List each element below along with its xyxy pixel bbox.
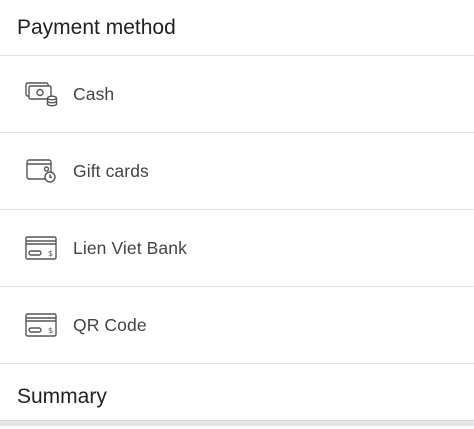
svg-text:$: $ (48, 326, 53, 335)
payment-option-label: Lien Viet Bank (73, 237, 187, 258)
payment-option-qr-code[interactable]: $ QR Code (0, 287, 474, 364)
summary-title: Summary (17, 385, 107, 408)
payment-option-cash[interactable]: Cash (0, 56, 474, 133)
payment-method-title: Payment method (17, 15, 176, 39)
payment-option-label: Gift cards (73, 160, 149, 181)
cash-icon (24, 80, 60, 108)
payment-option-lien-viet-bank[interactable]: $ Lien Viet Bank (0, 210, 474, 287)
payment-method-list: Cash Gift cards $ Lien Viet Bank $ QR Co… (0, 56, 474, 364)
svg-text:$: $ (48, 249, 53, 258)
bank-card-icon: $ (24, 311, 60, 339)
payment-method-panel: Payment method Cash Gift cards $ Lien Vi… (0, 0, 474, 429)
payment-method-header: Payment method (0, 0, 474, 56)
payment-option-label: QR Code (73, 314, 147, 335)
payment-option-label: Cash (73, 83, 115, 104)
bottom-divider (0, 420, 474, 426)
gift-card-icon (24, 157, 60, 185)
payment-option-gift-cards[interactable]: Gift cards (0, 133, 474, 210)
bank-card-icon: $ (24, 234, 60, 262)
